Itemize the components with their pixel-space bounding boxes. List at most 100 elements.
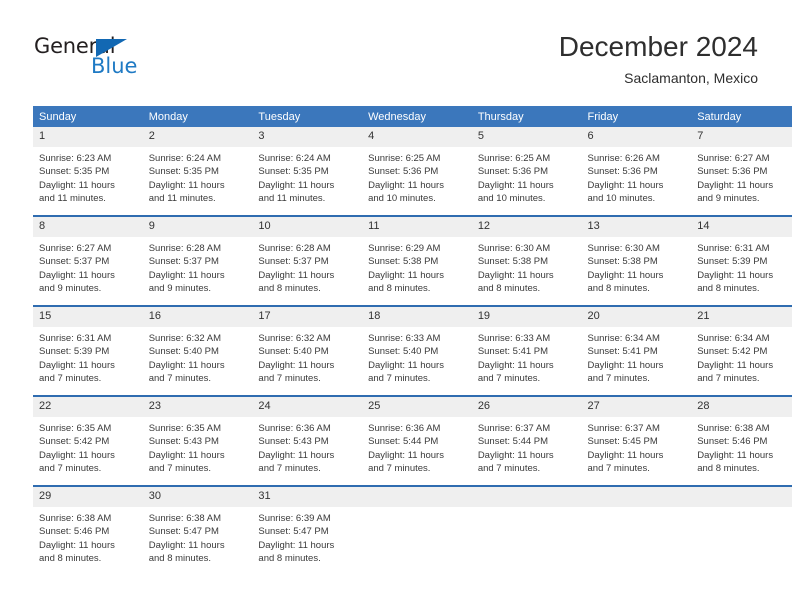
day-cell[interactable]: 10 Sunrise: 6:28 AM Sunset: 5:37 PM Dayl… [252,215,363,306]
sunset-text: Sunset: 5:40 PM [368,346,439,358]
day-details: Sunrise: 6:29 AM Sunset: 5:38 PM Dayligh… [362,237,472,295]
day-cell[interactable]: 3 Sunrise: 6:24 AM Sunset: 5:35 PM Dayli… [252,127,363,216]
weekday-header-tuesday: Tuesday [252,106,363,127]
sunset-text: Sunset: 5:43 PM [258,436,329,448]
day-cell[interactable]: 31 Sunrise: 6:39 AM Sunset: 5:47 PM Dayl… [252,485,363,575]
day-number: 13 [581,217,692,237]
day-cell[interactable]: 9 Sunrise: 6:28 AM Sunset: 5:37 PM Dayli… [142,215,253,306]
day-cell[interactable]: 30 Sunrise: 6:38 AM Sunset: 5:47 PM Dayl… [142,485,253,575]
daylight-text-line1: Daylight: 11 hours [39,449,115,461]
day-cell[interactable]: 7 Sunrise: 6:27 AM Sunset: 5:36 PM Dayli… [691,127,792,216]
weekday-header-sunday: Sunday [33,106,143,127]
day-number [362,487,472,507]
day-cell[interactable]: 24 Sunrise: 6:36 AM Sunset: 5:43 PM Dayl… [252,395,363,486]
daylight-text-line2: and 10 minutes. [368,192,436,204]
daylight-text-line2: and 8 minutes. [148,552,212,564]
weekday-header-saturday: Saturday [691,106,792,127]
day-number: 28 [691,397,792,417]
day-cell[interactable]: 12 Sunrise: 6:30 AM Sunset: 5:38 PM Dayl… [471,215,582,306]
sunset-text: Sunset: 5:40 PM [258,346,329,358]
sunset-text: Sunset: 5:39 PM [697,256,768,268]
day-details: Sunrise: 6:35 AM Sunset: 5:42 PM Dayligh… [33,417,143,475]
day-number [581,487,692,507]
day-cell[interactable]: 1 Sunrise: 6:23 AM Sunset: 5:35 PM Dayli… [33,127,143,216]
day-cell-empty [581,485,692,575]
daylight-text-line1: Daylight: 11 hours [697,269,774,281]
daylight-text-line2: and 7 minutes. [587,462,650,474]
day-details: Sunrise: 6:33 AM Sunset: 5:40 PM Dayligh… [362,327,472,385]
daylight-text-line2: and 7 minutes. [258,462,321,474]
day-details: Sunrise: 6:24 AM Sunset: 5:35 PM Dayligh… [252,147,362,205]
sunrise-text: Sunrise: 6:23 AM [39,153,112,164]
day-cell[interactable]: 26 Sunrise: 6:37 AM Sunset: 5:44 PM Dayl… [471,395,582,486]
day-cell[interactable]: 14 Sunrise: 6:31 AM Sunset: 5:39 PM Dayl… [691,215,792,306]
day-cell[interactable]: 20 Sunrise: 6:34 AM Sunset: 5:41 PM Dayl… [581,305,692,396]
day-cell[interactable]: 21 Sunrise: 6:34 AM Sunset: 5:42 PM Dayl… [691,305,792,396]
day-cell[interactable]: 23 Sunrise: 6:35 AM Sunset: 5:43 PM Dayl… [142,395,253,486]
day-cell-empty [471,485,582,575]
calendar-page: General Blue December 2024 Saclamanton, … [0,0,792,612]
sunrise-text: Sunrise: 6:27 AM [39,243,112,254]
sunrise-text: Sunrise: 6:37 AM [477,423,551,434]
day-number: 8 [33,217,143,237]
daylight-text-line1: Daylight: 11 hours [39,539,115,551]
day-number: 25 [362,397,472,417]
day-cell[interactable]: 25 Sunrise: 6:36 AM Sunset: 5:44 PM Dayl… [362,395,472,486]
daylight-text-line2: and 9 minutes. [697,192,760,204]
day-cell[interactable]: 5 Sunrise: 6:25 AM Sunset: 5:36 PM Dayli… [471,127,582,216]
day-number: 16 [142,307,253,327]
sunrise-text: Sunrise: 6:24 AM [258,153,331,164]
day-cell[interactable]: 29 Sunrise: 6:38 AM Sunset: 5:46 PM Dayl… [33,485,143,575]
day-details: Sunrise: 6:37 AM Sunset: 5:45 PM Dayligh… [582,417,692,475]
sunset-text: Sunset: 5:42 PM [697,346,768,358]
weekday-header-thursday: Thursday [471,106,582,127]
sunset-text: Sunset: 5:36 PM [587,166,658,178]
sunset-text: Sunset: 5:38 PM [368,256,439,268]
day-cell[interactable]: 16 Sunrise: 6:32 AM Sunset: 5:40 PM Dayl… [142,305,253,396]
sunrise-text: Sunrise: 6:35 AM [148,423,222,434]
week-row: 29 Sunrise: 6:38 AM Sunset: 5:46 PM Dayl… [33,485,792,575]
day-details: Sunrise: 6:32 AM Sunset: 5:40 PM Dayligh… [252,327,362,385]
sunset-text: Sunset: 5:37 PM [148,256,219,268]
day-cell[interactable]: 28 Sunrise: 6:38 AM Sunset: 5:46 PM Dayl… [691,395,792,486]
day-cell[interactable]: 15 Sunrise: 6:31 AM Sunset: 5:39 PM Dayl… [33,305,143,396]
day-cell[interactable]: 22 Sunrise: 6:35 AM Sunset: 5:42 PM Dayl… [33,395,143,486]
sunrise-text: Sunrise: 6:34 AM [587,333,660,344]
daylight-text-line1: Daylight: 11 hours [697,179,774,191]
day-number: 30 [142,487,253,507]
sunrise-text: Sunrise: 6:31 AM [39,333,112,344]
day-cell[interactable]: 8 Sunrise: 6:27 AM Sunset: 5:37 PM Dayli… [33,215,143,306]
day-number: 6 [581,127,692,147]
weekday-header-friday: Friday [581,106,692,127]
daylight-text-line1: Daylight: 11 hours [587,269,664,281]
day-details: Sunrise: 6:30 AM Sunset: 5:38 PM Dayligh… [582,237,692,295]
sunset-text: Sunset: 5:36 PM [368,166,439,178]
day-cell[interactable]: 27 Sunrise: 6:37 AM Sunset: 5:45 PM Dayl… [581,395,692,486]
sunset-text: Sunset: 5:38 PM [477,256,549,268]
day-cell[interactable]: 4 Sunrise: 6:25 AM Sunset: 5:36 PM Dayli… [362,127,472,216]
day-cell[interactable]: 18 Sunrise: 6:33 AM Sunset: 5:40 PM Dayl… [362,305,472,396]
day-details: Sunrise: 6:34 AM Sunset: 5:42 PM Dayligh… [691,327,792,385]
day-cell[interactable]: 17 Sunrise: 6:32 AM Sunset: 5:40 PM Dayl… [252,305,363,396]
sunrise-text: Sunrise: 6:33 AM [477,333,551,344]
day-number: 7 [691,127,792,147]
week-row: 15 Sunrise: 6:31 AM Sunset: 5:39 PM Dayl… [33,305,792,396]
sunrise-text: Sunrise: 6:28 AM [148,243,222,254]
day-cell[interactable]: 13 Sunrise: 6:30 AM Sunset: 5:38 PM Dayl… [581,215,692,306]
weekday-header-wednesday: Wednesday [362,106,472,127]
sunrise-text: Sunrise: 6:30 AM [587,243,660,254]
title-block: December 2024 Saclamanton, Mexico [559,30,758,88]
day-cell[interactable]: 11 Sunrise: 6:29 AM Sunset: 5:38 PM Dayl… [362,215,472,306]
sunrise-text: Sunrise: 6:32 AM [148,333,222,344]
day-cell[interactable]: 6 Sunrise: 6:26 AM Sunset: 5:36 PM Dayli… [581,127,692,216]
daylight-text-line1: Daylight: 11 hours [148,449,225,461]
day-details: Sunrise: 6:24 AM Sunset: 5:35 PM Dayligh… [143,147,253,205]
day-cell[interactable]: 19 Sunrise: 6:33 AM Sunset: 5:41 PM Dayl… [471,305,582,396]
daylight-text-line1: Daylight: 11 hours [148,359,225,371]
daylight-text-line2: and 8 minutes. [258,282,321,294]
day-cell[interactable]: 2 Sunrise: 6:24 AM Sunset: 5:35 PM Dayli… [142,127,253,216]
daylight-text-line2: and 11 minutes. [148,192,216,204]
day-number [691,487,792,507]
day-details: Sunrise: 6:35 AM Sunset: 5:43 PM Dayligh… [143,417,253,475]
page-subtitle: Saclamanton, Mexico [624,70,758,86]
